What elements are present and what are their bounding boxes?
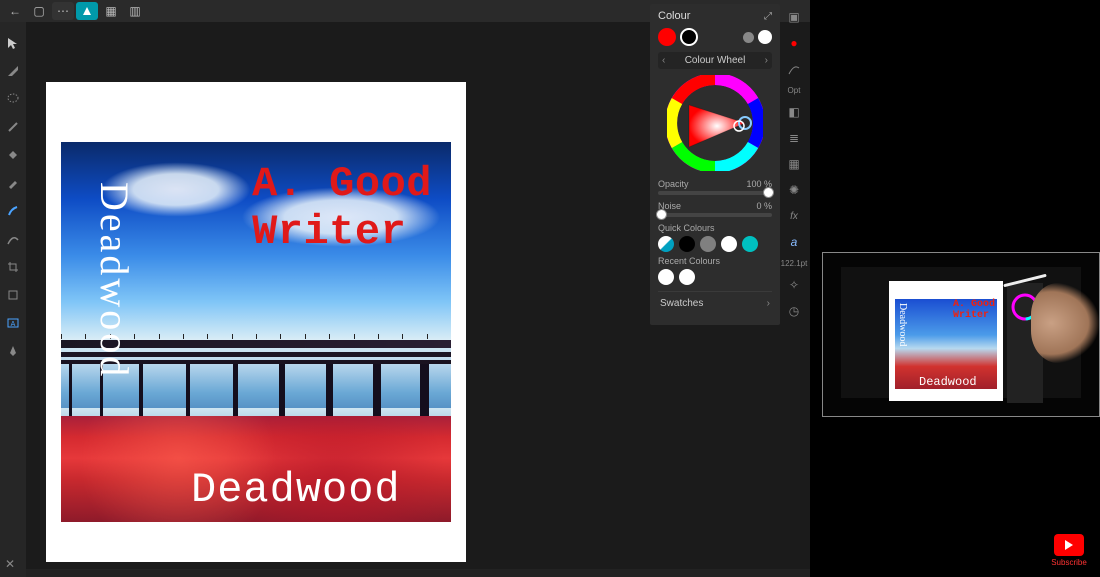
subscribe-button[interactable]: Subscribe xyxy=(1048,534,1090,567)
artboard[interactable]: A. Good Writer Deadwood Deadwood xyxy=(46,82,466,562)
quick-colour-chip[interactable] xyxy=(658,236,674,252)
vector-brush-tool[interactable] xyxy=(4,230,22,248)
author-text[interactable]: A. Good Writer xyxy=(252,160,432,257)
split-button[interactable]: ▥ xyxy=(124,2,146,20)
colour-mode-selector[interactable]: ‹ Colour Wheel › xyxy=(658,52,772,69)
document-button[interactable]: ▢ xyxy=(28,2,50,20)
lasso-tool[interactable] xyxy=(4,90,22,108)
adjust-icon[interactable]: ✺ xyxy=(785,181,803,199)
current-colour-icon[interactable]: ● xyxy=(785,34,803,52)
more-button[interactable]: ⋯ xyxy=(52,2,74,20)
noise-slider[interactable] xyxy=(658,213,772,217)
back-button[interactable]: ← xyxy=(4,2,26,20)
colour-panel: Colour ⤢ ‹ Colour Wheel › xyxy=(650,4,780,325)
pen-tool[interactable] xyxy=(4,342,22,360)
recent-colour-chip[interactable] xyxy=(679,269,695,285)
app-icon[interactable] xyxy=(76,2,98,20)
title-text-horizontal[interactable]: Deadwood xyxy=(191,466,401,514)
panel-expand-icon[interactable]: ⤢ xyxy=(764,11,772,22)
layers-icon[interactable]: ◧ xyxy=(785,103,803,121)
subscribe-label: Subscribe xyxy=(1048,558,1090,567)
quick-colour-chip[interactable] xyxy=(700,236,716,252)
quick-colour-chip[interactable] xyxy=(721,236,737,252)
preview-title-horizontal: Deadwood xyxy=(919,375,977,389)
font-size-label: 122.1pt xyxy=(781,259,808,268)
brush-icon[interactable] xyxy=(785,60,803,78)
opacity-label: Opacity xyxy=(658,179,689,189)
fill-tool[interactable] xyxy=(4,146,22,164)
preview-author-text: A. Good Writer xyxy=(953,299,995,321)
opt-label: Opt xyxy=(788,86,801,95)
left-toolbar: A xyxy=(0,22,26,577)
swatches-row[interactable]: Swatches › xyxy=(658,291,772,315)
brush-tool[interactable] xyxy=(4,118,22,136)
youtube-icon xyxy=(1054,534,1084,556)
chevron-right-icon: › xyxy=(767,298,770,309)
secondary-colour-swatch[interactable] xyxy=(680,28,698,46)
opacity-slider[interactable] xyxy=(658,191,772,195)
quick-colours-row xyxy=(658,236,772,252)
quick-colour-chip[interactable] xyxy=(742,236,758,252)
fx-icon[interactable]: fx xyxy=(785,207,803,225)
text-style-icon[interactable]: a xyxy=(785,233,803,251)
svg-text:A: A xyxy=(11,321,16,328)
recent-colours-row xyxy=(658,269,772,285)
hand xyxy=(1031,283,1099,363)
chevron-left-icon[interactable]: ‹ xyxy=(662,55,665,66)
close-panel-icon[interactable]: ✕ xyxy=(5,557,15,571)
swatches-label: Swatches xyxy=(660,298,703,309)
grid-icon[interactable]: ▦ xyxy=(785,155,803,173)
quick-colour-chip[interactable] xyxy=(679,236,695,252)
webcam-preview: A. Good Writer Deadwood Deadwood xyxy=(822,252,1100,417)
node-tool[interactable] xyxy=(4,62,22,80)
primary-colour-swatch[interactable] xyxy=(658,28,676,46)
stack-icon[interactable]: ≣ xyxy=(785,129,803,147)
recent-colours-label: Recent Colours xyxy=(658,256,772,266)
transform-icon[interactable]: ✧ xyxy=(785,276,803,294)
history-icon[interactable]: ◷ xyxy=(785,302,803,320)
colour-wheel[interactable] xyxy=(667,75,763,171)
chevron-right-icon[interactable]: › xyxy=(765,55,768,66)
recent-colour-chip[interactable] xyxy=(658,269,674,285)
shape-tool[interactable] xyxy=(4,286,22,304)
fullscreen-icon[interactable]: ▣ xyxy=(785,8,803,26)
eyedropper-icon[interactable] xyxy=(743,32,754,43)
noise-value: 0 % xyxy=(756,201,772,211)
paint-tool[interactable] xyxy=(4,202,22,220)
crop-tool[interactable] xyxy=(4,258,22,276)
colour-mode-label: Colour Wheel xyxy=(685,55,746,66)
panel-title: Colour xyxy=(658,10,690,22)
move-tool[interactable] xyxy=(4,34,22,52)
app-window: ← ▢ ⋯ ▦ ▥ A ✕ xyxy=(0,0,810,577)
right-toolstrip: ▣ ● Opt ◧ ≣ ▦ ✺ fx a 122.1pt ✧ ◷ xyxy=(782,4,806,320)
eyedropper-tool[interactable] xyxy=(4,174,22,192)
grid-button[interactable]: ▦ xyxy=(100,2,122,20)
reset-colour-icon[interactable] xyxy=(758,30,772,44)
preview-title-vertical: Deadwood xyxy=(897,303,908,346)
bottom-bar xyxy=(26,569,810,577)
quick-colours-label: Quick Colours xyxy=(658,223,772,233)
text-tool[interactable]: A xyxy=(4,314,22,332)
canvas-area[interactable]: A. Good Writer Deadwood Deadwood xyxy=(26,22,650,577)
title-text-vertical[interactable]: Deadwood xyxy=(91,182,138,379)
